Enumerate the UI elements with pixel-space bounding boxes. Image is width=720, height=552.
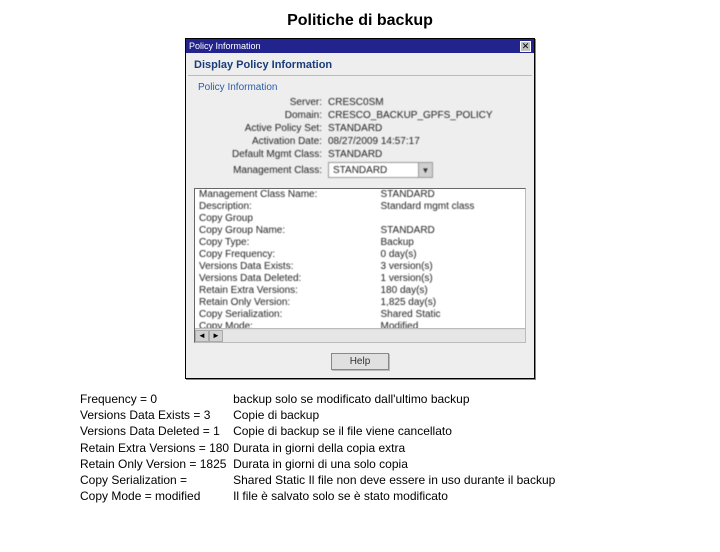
management-class-select[interactable]: STANDARD ▼ <box>328 162 433 178</box>
groupbox-title: Policy Information <box>196 82 524 95</box>
explain-value: Durata in giorni di una solo copia <box>233 456 559 472</box>
explain-value: Il file è salvato solo se è stato modifi… <box>233 488 559 504</box>
detail-row: Description:Standard mgmt class <box>195 201 525 213</box>
scroll-track[interactable] <box>223 330 525 342</box>
detail-row: Copy Group <box>195 213 525 225</box>
explanation-block: Frequency = 0backup solo se modificato d… <box>80 391 640 504</box>
policy-window: Policy Information ✕ Display Policy Info… <box>185 38 535 379</box>
help-button[interactable]: Help <box>331 353 390 370</box>
field-management-class: Management Class: STANDARD ▼ <box>198 162 522 178</box>
detail-value: 1 version(s) <box>377 273 526 285</box>
explanation-table: Frequency = 0backup solo se modificato d… <box>80 391 559 504</box>
explain-value: Copie di backup se il file viene cancell… <box>233 423 559 439</box>
explain-row: Versions Data Exists = 3Copie di backup <box>80 407 559 423</box>
explain-row: Copy Serialization =Shared Static Il fil… <box>80 472 559 488</box>
explain-key: Copy Serialization = <box>80 472 233 488</box>
detail-value: 180 day(s) <box>377 285 526 297</box>
label: Activation Date: <box>198 136 328 147</box>
label: Active Policy Set: <box>198 123 328 134</box>
label: Server: <box>198 97 328 108</box>
detail-key: Copy Type: <box>195 237 377 249</box>
details-list: Management Class Name:STANDARDDescriptio… <box>194 188 526 343</box>
explain-key: Copy Mode = modified <box>80 488 233 504</box>
detail-value: 0 day(s) <box>377 249 526 261</box>
detail-row: Copy Frequency:0 day(s) <box>195 249 525 261</box>
detail-key: Versions Data Exists: <box>195 261 377 273</box>
scrollbar-horizontal[interactable]: ◄ ► <box>195 328 525 342</box>
detail-value: 3 version(s) <box>377 261 526 273</box>
value: CRESCO_BACKUP_GPFS_POLICY <box>328 110 522 121</box>
close-icon: ✕ <box>522 42 530 51</box>
window-header: Display Policy Information <box>188 55 532 76</box>
field-active-policy-set: Active Policy Set: STANDARD <box>198 123 522 134</box>
detail-key: Copy Serialization: <box>195 309 377 321</box>
form-rows: Server: CRESC0SM Domain: CRESCO_BACKUP_G… <box>196 95 524 180</box>
explain-value: Copie di backup <box>233 407 559 423</box>
explain-row: Versions Data Deleted = 1Copie di backup… <box>80 423 559 439</box>
button-row: Help <box>188 347 532 376</box>
field-activation-date: Activation Date: 08/27/2009 14:57:17 <box>198 136 522 147</box>
details-table: Management Class Name:STANDARDDescriptio… <box>195 189 525 343</box>
titlebar: Policy Information ✕ <box>186 39 534 53</box>
detail-row: Copy Type:Backup <box>195 237 525 249</box>
detail-row: Retain Extra Versions:180 day(s) <box>195 285 525 297</box>
explain-row: Frequency = 0backup solo se modificato d… <box>80 391 559 407</box>
explain-key: Retain Extra Versions = 180 <box>80 440 233 456</box>
scroll-right-button[interactable]: ► <box>209 330 223 342</box>
detail-key: Description: <box>195 201 377 213</box>
explain-value: Durata in giorni della copia extra <box>233 440 559 456</box>
page-title: Politiche di backup <box>0 12 720 30</box>
field-default-mgmt-class: Default Mgmt Class: STANDARD <box>198 149 522 160</box>
explain-value: backup solo se modificato dall'ultimo ba… <box>233 391 559 407</box>
detail-key: Retain Extra Versions: <box>195 285 377 297</box>
detail-key: Copy Group Name: <box>195 225 377 237</box>
detail-value: Shared Static <box>377 309 526 321</box>
detail-key: Copy Group <box>195 213 377 225</box>
label: Default Mgmt Class: <box>198 149 328 160</box>
label: Domain: <box>198 110 328 121</box>
detail-row: Management Class Name:STANDARD <box>195 189 525 201</box>
label: Management Class: <box>198 165 328 176</box>
detail-value: 1,825 day(s) <box>377 297 526 309</box>
detail-key: Versions Data Deleted: <box>195 273 377 285</box>
policy-groupbox: Policy Information Server: CRESC0SM Doma… <box>192 80 528 184</box>
detail-key: Retain Only Version: <box>195 297 377 309</box>
window-title: Policy Information <box>189 41 261 51</box>
explain-row: Copy Mode = modifiedIl file è salvato so… <box>80 488 559 504</box>
explain-row: Retain Only Version = 1825Durata in gior… <box>80 456 559 472</box>
detail-key: Copy Frequency: <box>195 249 377 261</box>
detail-row: Copy Group Name:STANDARD <box>195 225 525 237</box>
explain-key: Frequency = 0 <box>80 391 233 407</box>
field-domain: Domain: CRESCO_BACKUP_GPFS_POLICY <box>198 110 522 121</box>
detail-value: Standard mgmt class <box>377 201 526 213</box>
detail-row: Retain Only Version:1,825 day(s) <box>195 297 525 309</box>
close-button[interactable]: ✕ <box>520 41 531 52</box>
explain-key: Versions Data Exists = 3 <box>80 407 233 423</box>
detail-row: Versions Data Deleted:1 version(s) <box>195 273 525 285</box>
detail-row: Versions Data Exists:3 version(s) <box>195 261 525 273</box>
detail-value: STANDARD <box>377 189 526 201</box>
explain-key: Retain Only Version = 1825 <box>80 456 233 472</box>
scroll-left-button[interactable]: ◄ <box>195 330 209 342</box>
explain-row: Retain Extra Versions = 180Durata in gio… <box>80 440 559 456</box>
value: 08/27/2009 14:57:17 <box>328 136 522 147</box>
field-server: Server: CRESC0SM <box>198 97 522 108</box>
detail-value <box>377 213 526 225</box>
explain-key: Versions Data Deleted = 1 <box>80 423 233 439</box>
value: CRESC0SM <box>328 97 522 108</box>
detail-row: Copy Serialization:Shared Static <box>195 309 525 321</box>
select-value: STANDARD <box>329 165 418 176</box>
detail-key: Management Class Name: <box>195 189 377 201</box>
detail-value: STANDARD <box>377 225 526 237</box>
value: STANDARD <box>328 123 522 134</box>
value: STANDARD <box>328 149 522 160</box>
explain-value: Shared Static Il file non deve essere in… <box>233 472 559 488</box>
detail-value: Backup <box>377 237 526 249</box>
chevron-down-icon: ▼ <box>418 163 432 177</box>
